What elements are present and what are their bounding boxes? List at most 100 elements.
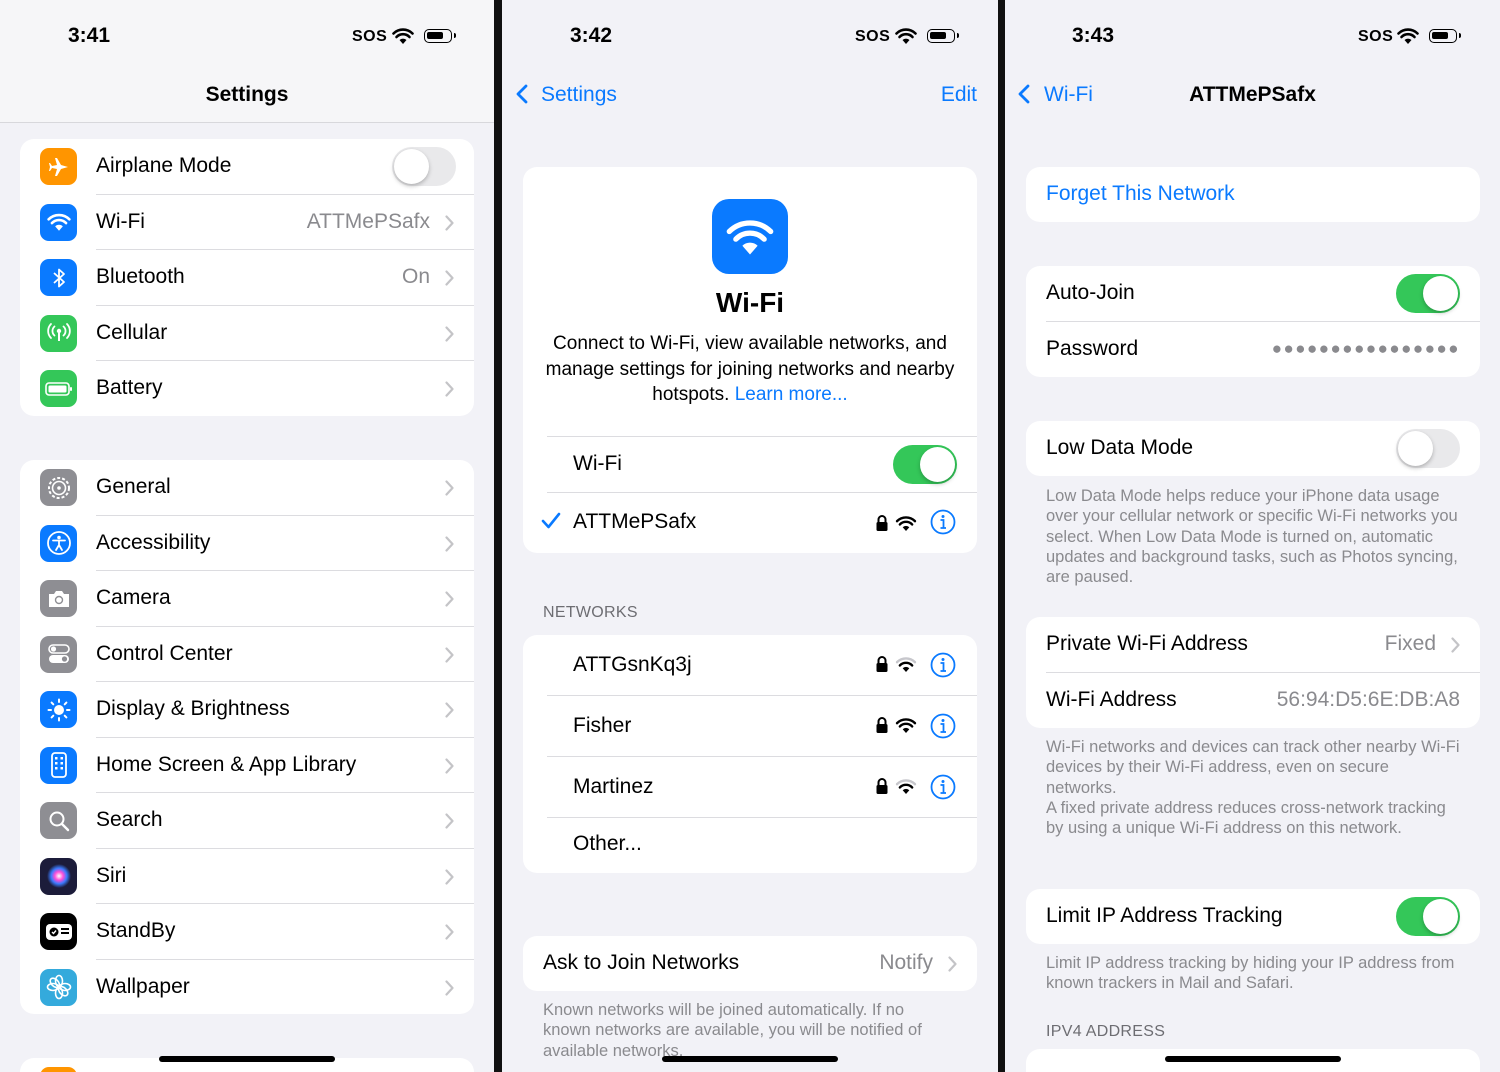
password-row[interactable]: Password ●●●●●●●●●●●●●●●●: [1026, 322, 1480, 378]
ask-to-join-row[interactable]: Ask to Join Networks Notify: [523, 936, 977, 991]
network-row[interactable]: Fisher: [523, 696, 977, 757]
brightness-icon: [40, 691, 77, 728]
status-bar: 3:41 SOS: [0, 0, 494, 70]
home-screen-icon: [40, 746, 77, 784]
page-title: Settings: [205, 83, 289, 106]
status-time: 3:42: [570, 24, 613, 47]
settings-row-search[interactable]: Search: [20, 793, 474, 849]
airplane-mode-toggle[interactable]: [392, 147, 456, 186]
edit-button[interactable]: Edit: [941, 83, 977, 107]
network-name: Martinez: [573, 775, 654, 798]
wifi-status-icon: [1397, 28, 1419, 44]
settings-row-accessibility[interactable]: Accessibility: [20, 516, 474, 571]
settings-row-control-center[interactable]: Control Center: [20, 627, 474, 682]
limit-ip-toggle[interactable]: [1396, 897, 1460, 936]
accessibility-icon: [40, 524, 77, 562]
forget-network-button[interactable]: Forget This Network: [1046, 182, 1235, 206]
row-label: Cellular: [96, 320, 168, 344]
battery-status-icon: [1429, 29, 1461, 43]
settings-row-wifi[interactable]: Wi-Fi ATTMePSafx: [20, 195, 474, 250]
wifi-header-description: Connect to Wi-Fi, view available network…: [545, 331, 955, 408]
wifi-screen: 3:42 SOS Settings Edit Wi-Fi Connect to …: [502, 0, 998, 1072]
siri-icon: [40, 857, 77, 895]
row-label: Wallpaper: [96, 974, 190, 998]
connected-network-name: ATTMePSafx: [573, 510, 697, 533]
wifi-toggle[interactable]: [893, 445, 957, 484]
wifi-icon: [40, 203, 77, 241]
wifi-signal-icon: [895, 779, 917, 795]
lock-icon: [876, 778, 888, 794]
wifi-toggle-label: Wi-Fi: [573, 452, 622, 475]
general-group: General Accessibility Camera Control Cen…: [20, 460, 474, 1014]
network-name: Fisher: [573, 714, 632, 737]
settings-row-display-brightness[interactable]: Display & Brightness: [20, 682, 474, 738]
network-row[interactable]: Martinez: [523, 757, 977, 818]
cellular-icon: [40, 314, 77, 352]
wifi-address-label: Wi-Fi Address: [1046, 687, 1177, 711]
chevron-right-icon: [445, 924, 454, 940]
auto-join-label: Auto-Join: [1046, 281, 1135, 304]
private-address-row[interactable]: Private Wi-Fi Address Fixed: [1026, 617, 1480, 673]
status-time: 3:43: [1072, 24, 1115, 47]
info-icon[interactable]: [930, 652, 956, 678]
settings-row-siri[interactable]: Siri: [20, 849, 474, 904]
row-value: On: [401, 265, 430, 288]
bluetooth-icon: [40, 259, 77, 296]
settings-row-general[interactable]: General: [20, 460, 474, 516]
row-label: General: [96, 475, 171, 498]
ipv4-section-header: IPV4 ADDRESS: [1046, 1023, 1166, 1040]
row-label: Battery: [96, 376, 163, 399]
home-indicator: [1165, 1056, 1341, 1062]
settings-row-standby[interactable]: StandBy: [20, 904, 474, 960]
row-label: Bluetooth: [96, 265, 185, 288]
chevron-right-icon: [445, 480, 454, 496]
network-row[interactable]: ATTGsnKq3j: [523, 635, 977, 696]
settings-screen: 3:41 SOS Settings Airplane Mode Wi-Fi AT…: [0, 0, 494, 1072]
back-button[interactable]: Settings: [541, 83, 617, 107]
settings-row-wallpaper[interactable]: Wallpaper: [20, 960, 474, 1015]
low-data-caption: Low Data Mode helps reduce your iPhone d…: [1046, 487, 1458, 587]
row-label: Home Screen & App Library: [96, 752, 357, 776]
limit-ip-label: Limit IP Address Tracking: [1046, 904, 1283, 927]
home-indicator: [159, 1056, 335, 1062]
row-label: Accessibility: [96, 530, 211, 554]
search-icon: [40, 802, 77, 839]
sos-indicator: SOS: [352, 28, 388, 45]
row-label: Display & Brightness: [96, 697, 290, 720]
back-chevron-icon[interactable]: [516, 84, 528, 104]
settings-row-airplane-mode[interactable]: Airplane Mode: [20, 139, 474, 195]
connected-network-row[interactable]: ATTMePSafx: [523, 493, 977, 553]
settings-row-battery[interactable]: Battery: [20, 361, 474, 416]
private-address-value: Fixed: [1384, 632, 1436, 655]
other-network-row[interactable]: Other...: [523, 818, 977, 873]
learn-more-link[interactable]: Learn more...: [735, 384, 848, 405]
settings-row-cellular[interactable]: Cellular: [20, 306, 474, 361]
info-icon[interactable]: [930, 713, 956, 739]
auto-join-row: Auto-Join: [1026, 266, 1480, 322]
gear-icon: [40, 469, 77, 506]
info-icon[interactable]: [930, 509, 956, 535]
private-address-label: Private Wi-Fi Address: [1046, 632, 1248, 655]
battery-icon: [40, 370, 77, 407]
forget-group: Forget This Network: [1026, 167, 1480, 222]
info-icon[interactable]: [930, 774, 956, 800]
ask-to-join-value: Notify: [879, 951, 933, 974]
wifi-signal-icon: [895, 657, 917, 673]
other-network-label: Other...: [573, 832, 642, 855]
partial-row-icon: [40, 1067, 77, 1072]
chevron-right-icon: [445, 646, 454, 663]
low-data-label: Low Data Mode: [1046, 436, 1194, 459]
chevron-right-icon: [445, 535, 454, 552]
settings-row-bluetooth[interactable]: Bluetooth On: [20, 250, 474, 306]
standby-icon: [40, 913, 77, 950]
auto-join-toggle[interactable]: [1396, 274, 1460, 313]
status-bar: 3:43 SOS: [1005, 0, 1500, 70]
low-data-toggle[interactable]: [1396, 429, 1460, 468]
chevron-right-icon: [445, 979, 454, 996]
settings-row-home-screen[interactable]: Home Screen & App Library: [20, 738, 474, 793]
lock-icon: [876, 717, 888, 733]
chevron-right-icon: [445, 381, 454, 397]
chevron-right-icon: [1451, 637, 1460, 653]
checkmark-icon: [541, 512, 561, 529]
settings-row-camera[interactable]: Camera: [20, 571, 474, 627]
